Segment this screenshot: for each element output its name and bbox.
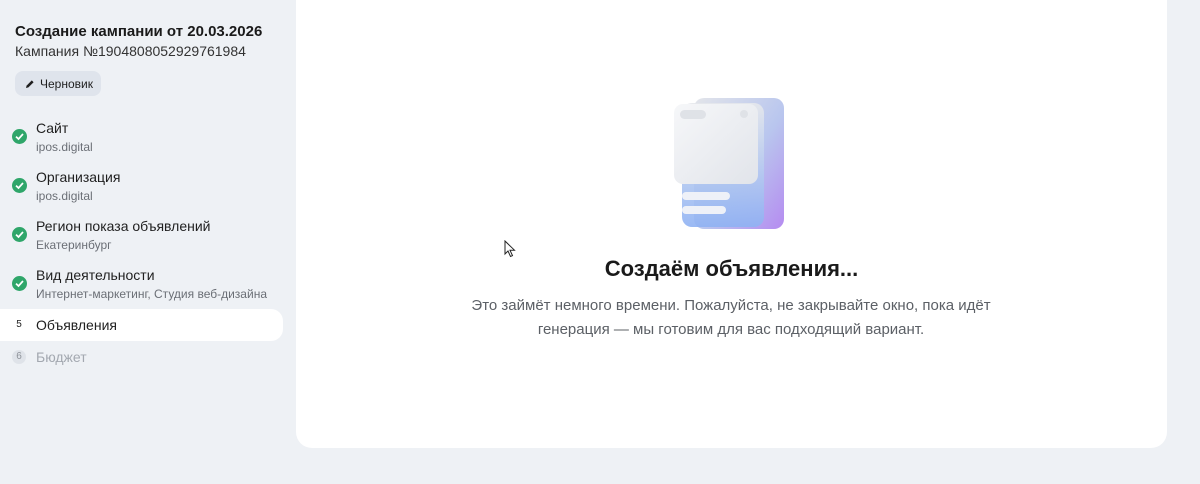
mouse-cursor-icon: [504, 240, 516, 258]
generation-description: Это займёт немного времени. Пожалуйста, …: [436, 294, 1026, 342]
step-label: Вид деятельности: [36, 267, 155, 283]
description-line: генерация — мы готовим для вас подходящи…: [537, 321, 925, 338]
campaign-number: Кампания №1904808052929761984: [15, 43, 246, 59]
step-sub: Екатеринбург: [36, 238, 112, 252]
step-budget: 6 Бюджет: [0, 342, 283, 374]
check-circle-icon: [12, 178, 27, 193]
step-label: Сайт: [36, 120, 69, 136]
step-sub: Интернет-маркетинг, Студия веб-дизайна: [36, 287, 267, 301]
step-label: Организация: [36, 169, 121, 185]
generation-title: Создаём объявления...: [604, 256, 859, 281]
step-label: Объявления: [36, 317, 117, 333]
draft-badge-label: Черновик: [40, 76, 93, 91]
step-site[interactable]: Сайт ipos.digital: [0, 118, 283, 156]
document-stack-illustration: [674, 98, 784, 229]
step-ads[interactable]: 5 Объявления: [0, 309, 283, 341]
step-region[interactable]: Регион показа объявлений Екатеринбург: [0, 217, 283, 255]
step-activity[interactable]: Вид деятельности Интернет-маркетинг, Сту…: [0, 266, 283, 304]
campaign-title: Создание кампании от 20.03.2026: [15, 23, 263, 40]
pencil-icon: [25, 79, 35, 89]
step-label: Бюджет: [36, 349, 87, 365]
check-circle-icon: [12, 227, 27, 242]
sidebar: Создание кампании от 20.03.2026 Кампания…: [0, 0, 296, 484]
check-circle-icon: [12, 129, 27, 144]
step-number: 5: [12, 318, 26, 332]
step-label: Регион показа объявлений: [36, 218, 211, 234]
step-number: 6: [12, 350, 26, 364]
step-sub: ipos.digital: [36, 189, 93, 203]
draft-status-badge[interactable]: Черновик: [15, 71, 101, 96]
step-organization[interactable]: Организация ipos.digital: [0, 168, 283, 206]
step-sub: ipos.digital: [36, 140, 93, 154]
description-line: Это займёт немного времени. Пожалуйста, …: [471, 297, 991, 314]
check-circle-icon: [12, 276, 27, 291]
